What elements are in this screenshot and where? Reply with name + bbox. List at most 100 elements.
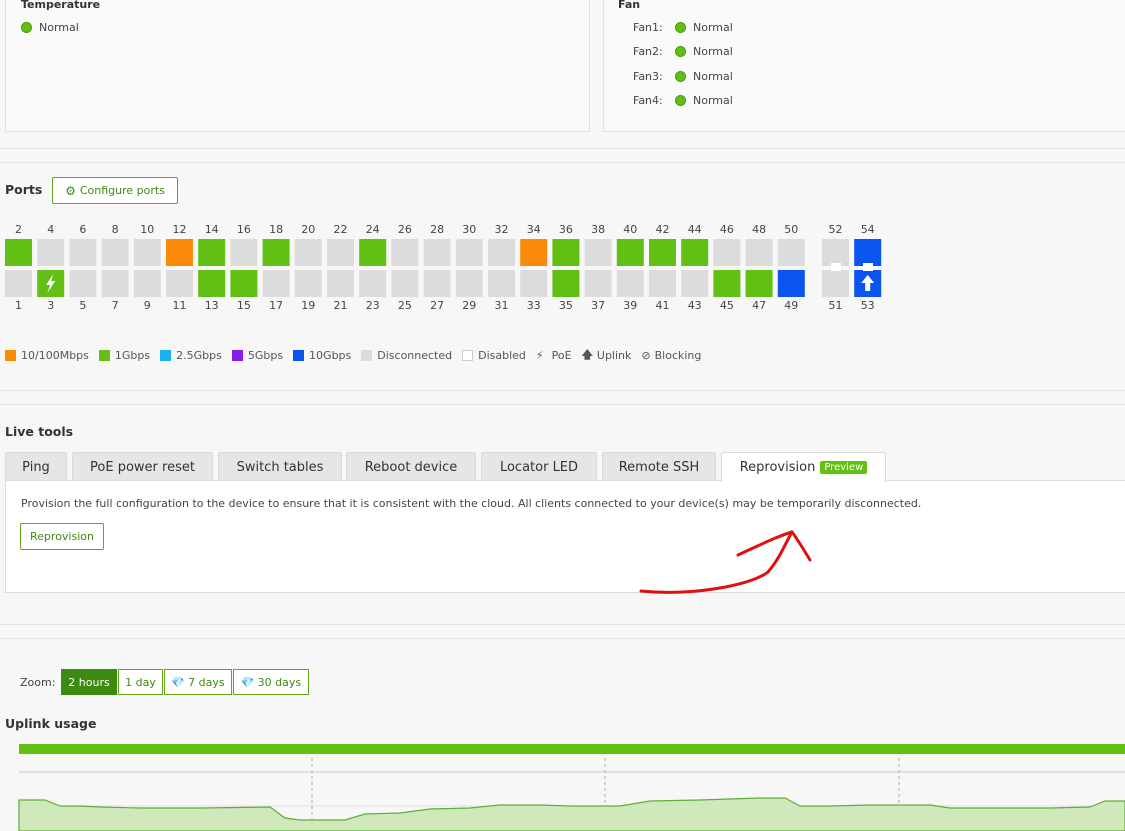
port-32[interactable] bbox=[488, 239, 515, 266]
port-11[interactable] bbox=[166, 270, 193, 297]
port-5[interactable] bbox=[69, 270, 97, 297]
port-number-label: 38 bbox=[591, 223, 605, 236]
port-10[interactable] bbox=[133, 239, 161, 266]
port-33[interactable] bbox=[520, 270, 548, 297]
port-48[interactable] bbox=[745, 239, 773, 266]
port-15[interactable] bbox=[230, 270, 258, 297]
legend-1g: 1Gbps bbox=[98, 349, 150, 362]
tab-reboot-device[interactable]: Reboot device bbox=[346, 452, 476, 481]
diamond-icon: 💎 bbox=[171, 675, 186, 689]
port-38[interactable] bbox=[584, 239, 612, 266]
port-24[interactable] bbox=[359, 239, 387, 266]
port-35[interactable] bbox=[552, 270, 580, 297]
port-number-label: 36 bbox=[559, 223, 573, 236]
port-47[interactable] bbox=[745, 270, 773, 297]
port-17[interactable] bbox=[262, 270, 290, 297]
legend-label: Blocking bbox=[654, 348, 702, 362]
tab-remote-ssh[interactable]: Remote SSH bbox=[602, 452, 716, 481]
zoom-1-day-button[interactable]: 1 day bbox=[118, 669, 163, 695]
port-25[interactable] bbox=[391, 270, 419, 297]
tab-poe-power-reset[interactable]: PoE power reset bbox=[72, 452, 213, 481]
tab-label: Reprovision bbox=[739, 460, 816, 475]
port-number-label: 10 bbox=[140, 223, 154, 236]
port-16[interactable] bbox=[230, 239, 258, 266]
section-divider bbox=[0, 148, 1125, 149]
fan1-status: Normal bbox=[675, 21, 733, 34]
port-42[interactable] bbox=[649, 239, 676, 266]
port-26[interactable] bbox=[391, 239, 419, 266]
port-23[interactable] bbox=[359, 270, 387, 297]
blocking-icon: ⊘ bbox=[641, 348, 651, 362]
port-number-label: 52 bbox=[829, 223, 843, 236]
reprovision-panel: Provision the full configuration to the … bbox=[5, 480, 1125, 593]
port-41[interactable] bbox=[649, 270, 676, 297]
port-number-label: 37 bbox=[591, 299, 605, 312]
port-34[interactable] bbox=[520, 239, 548, 266]
temperature-card: Temperature Normal bbox=[5, 0, 590, 132]
port-31[interactable] bbox=[488, 270, 515, 297]
port-6[interactable] bbox=[69, 239, 97, 266]
reprovision-button[interactable]: Reprovision bbox=[20, 523, 104, 550]
port-2[interactable] bbox=[5, 239, 32, 266]
port-44[interactable] bbox=[681, 239, 709, 266]
fan-card: Fan Fan1: Normal Fan2: Normal Fan3: Norm… bbox=[603, 0, 1125, 132]
tab-switch-tables[interactable]: Switch tables bbox=[218, 452, 342, 481]
tab-ping[interactable]: Ping bbox=[5, 452, 67, 481]
port-40[interactable] bbox=[616, 239, 644, 266]
port-27[interactable] bbox=[423, 270, 451, 297]
zoom-30-days-button[interactable]: 💎 30 days bbox=[233, 669, 309, 695]
port-number-label: 54 bbox=[861, 223, 875, 236]
port-12[interactable] bbox=[166, 239, 193, 266]
port-7[interactable] bbox=[101, 270, 129, 297]
legend-disabled: Disabled bbox=[462, 349, 526, 362]
port-1[interactable] bbox=[5, 270, 32, 297]
port-37[interactable] bbox=[584, 270, 612, 297]
port-21[interactable] bbox=[327, 270, 354, 297]
port-number-label: 47 bbox=[752, 299, 766, 312]
port-43[interactable] bbox=[681, 270, 709, 297]
port-22[interactable] bbox=[327, 239, 354, 266]
port-number-label: 12 bbox=[173, 223, 187, 236]
legend-swatch bbox=[361, 349, 373, 361]
legend-uplink: 🡅 Uplink bbox=[582, 346, 632, 365]
legend-label: Disconnected bbox=[377, 348, 453, 362]
port-19[interactable] bbox=[294, 270, 322, 297]
tab-reprovision[interactable]: Reprovision Preview bbox=[721, 452, 886, 482]
port-54[interactable] bbox=[854, 239, 882, 266]
port-52[interactable] bbox=[822, 239, 849, 266]
port-18[interactable] bbox=[262, 239, 290, 266]
legend-disconnected: Disconnected bbox=[361, 349, 452, 362]
tab-locator-led[interactable]: Locator LED bbox=[481, 452, 597, 481]
fan4-status: Normal bbox=[675, 94, 733, 107]
port-number-label: 33 bbox=[527, 299, 541, 312]
zoom-2-hours-button[interactable]: 2 hours bbox=[61, 669, 117, 695]
port-46[interactable] bbox=[713, 239, 741, 266]
port-20[interactable] bbox=[294, 239, 322, 266]
port-9[interactable] bbox=[133, 270, 161, 297]
port-number-label: 26 bbox=[398, 223, 412, 236]
port-number-label: 29 bbox=[462, 299, 476, 312]
port-number-label: 27 bbox=[430, 299, 444, 312]
port-number-label: 24 bbox=[366, 223, 380, 236]
port-legend: 10/100Mbps 1Gbps 2.5Gbps 5Gbps 10Gbps Di… bbox=[5, 347, 711, 363]
port-49[interactable] bbox=[777, 270, 805, 297]
zoom-7-days-button[interactable]: 💎 7 days bbox=[164, 669, 232, 695]
port-14[interactable] bbox=[198, 239, 226, 266]
port-28[interactable] bbox=[423, 239, 451, 266]
port-4[interactable] bbox=[37, 239, 65, 266]
port-8[interactable] bbox=[101, 239, 129, 266]
port-45[interactable] bbox=[713, 270, 741, 297]
uplink-usage-chart bbox=[18, 744, 1125, 831]
port-51[interactable] bbox=[822, 270, 849, 297]
port-39[interactable] bbox=[616, 270, 644, 297]
port-13[interactable] bbox=[198, 270, 226, 297]
port-29[interactable] bbox=[455, 270, 483, 297]
port-50[interactable] bbox=[777, 239, 805, 266]
port-36[interactable] bbox=[552, 239, 580, 266]
port-30[interactable] bbox=[455, 239, 483, 266]
configure-ports-button[interactable]: ⚙ Configure ports bbox=[52, 177, 178, 204]
legend-label: 10Gbps bbox=[309, 348, 352, 362]
port-number-label: 7 bbox=[112, 299, 119, 312]
live-tools-title: Live tools bbox=[5, 424, 74, 439]
port-number-label: 51 bbox=[829, 299, 843, 312]
